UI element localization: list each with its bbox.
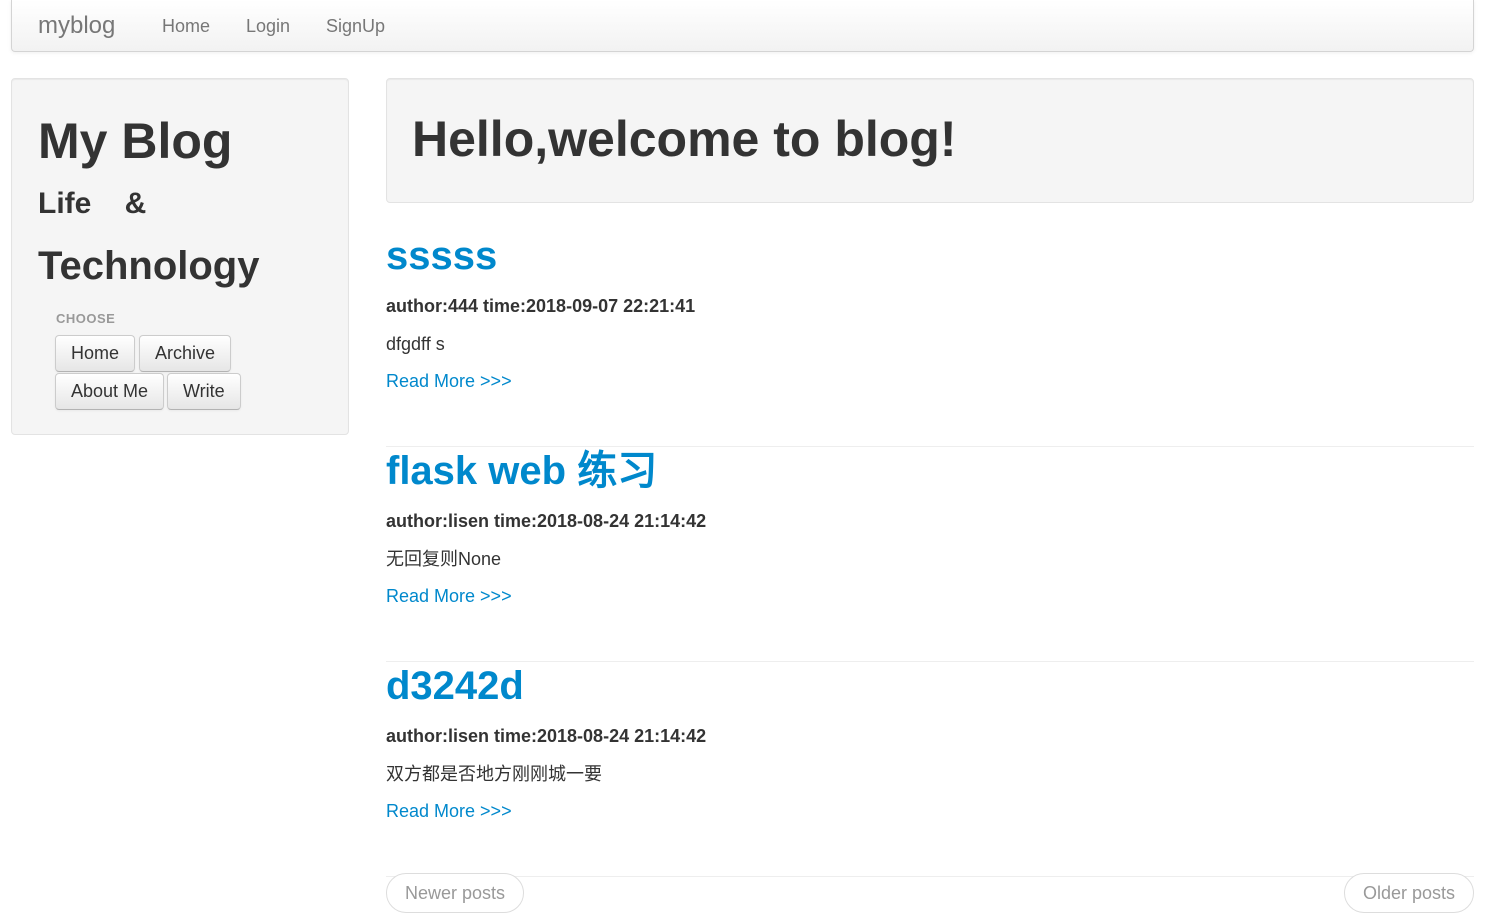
sidebar-about-button[interactable]: About Me — [55, 373, 165, 410]
post-meta: author:444 time:2018-09-07 22:21:41 — [386, 296, 696, 316]
hero-well: Hello,welcome to blog! — [386, 78, 1474, 203]
sidebar-home-button[interactable]: Home — [55, 335, 136, 372]
sidebar-subtitle-line1: Life & — [38, 187, 147, 220]
sidebar-subtitle-line2: Technology — [38, 244, 260, 288]
read-more-link[interactable]: Read More >>> — [386, 370, 512, 392]
hero-title: Hello,welcome to blog! — [412, 111, 957, 167]
choose-label: CHOOSE — [56, 311, 116, 326]
post-item: d3242d author:lisen time:2018-08-24 21:1… — [386, 662, 1474, 877]
nav-login-link[interactable]: Login — [246, 15, 290, 37]
sidebar-well: My Blog Life & Technology CHOOSE Home Ar… — [11, 78, 349, 435]
post-title-link[interactable]: sssss — [386, 232, 497, 280]
newer-posts-button[interactable]: Newer posts — [386, 873, 525, 913]
post-excerpt: 双方都是否地方刚刚城一要 — [386, 764, 602, 784]
brand-link[interactable]: myblog — [38, 12, 115, 40]
older-posts-button[interactable]: Older posts — [1343, 873, 1474, 913]
sidebar-archive-button[interactable]: Archive — [139, 335, 232, 372]
post-excerpt: 无回复则None — [386, 549, 502, 569]
nav-signup-link[interactable]: SignUp — [326, 15, 385, 37]
post-title-link[interactable]: flask web 练习 — [386, 447, 657, 495]
post-title-link[interactable]: d3242d — [386, 662, 524, 710]
sidebar-write-button[interactable]: Write — [167, 373, 241, 410]
top-navbar: myblog Home Login SignUp — [11, 0, 1474, 52]
read-more-link[interactable]: Read More >>> — [386, 800, 512, 822]
post-item: sssss author:444 time:2018-09-07 22:21:4… — [386, 232, 1474, 447]
post-excerpt: dfgdff s — [386, 334, 445, 354]
post-meta: author:lisen time:2018-08-24 21:14:42 — [386, 511, 707, 531]
sidebar-title: My Blog — [38, 113, 233, 169]
post-meta: author:lisen time:2018-08-24 21:14:42 — [386, 726, 707, 746]
nav-home-link[interactable]: Home — [162, 15, 210, 37]
post-item: flask web 练习 author:lisen time:2018-08-2… — [386, 447, 1474, 662]
read-more-link[interactable]: Read More >>> — [386, 585, 512, 607]
